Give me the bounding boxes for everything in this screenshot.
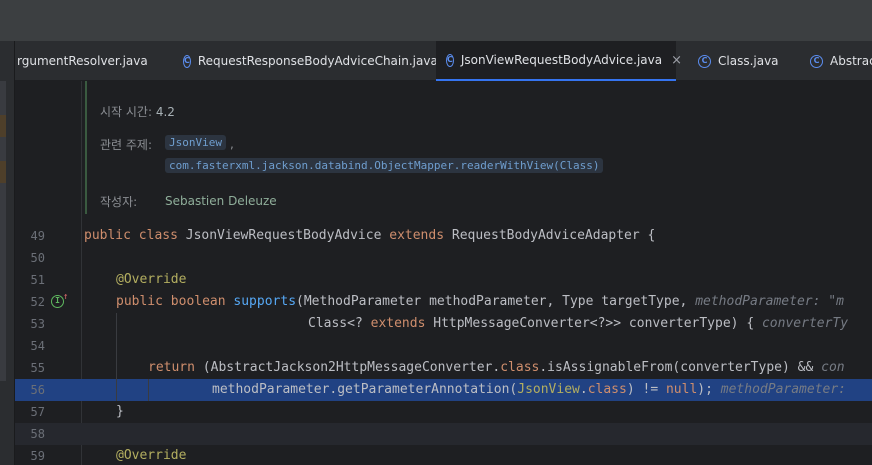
line-number[interactable]: 59: [15, 445, 45, 465]
see-separator: ,: [230, 137, 234, 151]
code-token: @Override: [116, 272, 187, 287]
code-line[interactable]: 52 I ↑ public boolean supports(MethodParame…: [15, 291, 872, 313]
author-label: 작성자:: [100, 195, 138, 209]
code-token: methodParameter.getParameterAnnotation(: [212, 382, 518, 397]
see-link-objectmapper[interactable]: com.fasterxml.jackson.databind.ObjectMap…: [165, 158, 604, 173]
left-tool-strip[interactable]: [0, 41, 15, 465]
author-value: Sebastien Deleuze: [165, 194, 277, 208]
class-icon: C: [698, 54, 711, 68]
code-token: }: [116, 404, 124, 419]
code-text: @Override: [116, 269, 186, 291]
code-token: HttpMessageConverter<?>> converterType) …: [433, 316, 762, 331]
inlay-hint: methodParameter:: [720, 382, 847, 397]
code-line[interactable]: 50: [15, 247, 872, 269]
since-label: 시작 시간:: [100, 105, 153, 119]
line-number[interactable]: 55: [15, 357, 45, 379]
line-number[interactable]: 50: [15, 247, 45, 269]
editor-tab-bar: rgumentResolver.java C RequestResponseBody…: [15, 41, 872, 81]
line-number[interactable]: 56: [15, 379, 45, 401]
code-token: Class<?: [308, 316, 371, 331]
code-token: null: [665, 382, 698, 397]
rendered-javadoc: 시작 시간: 4.2 관련 주제: JsonView , com.fasterx…: [85, 81, 872, 214]
code-line[interactable]: 49 public class JsonViewRequestBodyAdvice…: [15, 225, 872, 247]
title-bar: [0, 0, 872, 41]
code-line[interactable]: 53 Class<? extends HttpMessageConverter<?…: [15, 313, 872, 335]
indent-guide: [116, 379, 117, 401]
code-text: public class JsonViewRequestBodyAdvice e…: [84, 225, 655, 247]
code-line[interactable]: 57}: [15, 401, 872, 423]
class-icon: C: [183, 54, 191, 68]
line-number[interactable]: 54: [15, 335, 45, 357]
tab-0[interactable]: rgumentResolver.java: [15, 41, 160, 81]
indent-guide: [148, 379, 149, 401]
code-token: public class: [84, 228, 186, 243]
line-number[interactable]: 51: [15, 269, 45, 291]
see-link-jsonview[interactable]: JsonView: [165, 135, 226, 150]
inlay-hint: converterTy: [761, 316, 849, 331]
inlay-hint: con: [821, 360, 845, 375]
code-line[interactable]: 59 @Override: [15, 445, 872, 465]
code-text: return (AbstractJackson2HttpMessageConve…: [148, 357, 845, 379]
line-number[interactable]: 57: [15, 401, 45, 423]
indent-guide: [116, 357, 117, 379]
tab-label: RequestResponseBodyAdviceChain.java: [197, 54, 438, 68]
inlay-hint: methodParameter: "m: [695, 294, 844, 309]
code-token: (MethodParameter methodParameter, Type t…: [296, 294, 696, 309]
indent-guide: [116, 313, 117, 335]
code-token: public boolean: [116, 294, 234, 309]
class-icon: C: [446, 53, 454, 67]
line-number[interactable]: 53: [15, 313, 45, 335]
code-text: Class<? extends HttpMessageConverter<?>>…: [308, 313, 848, 335]
code-line[interactable]: 58: [15, 423, 872, 445]
code-token: return: [148, 360, 203, 375]
code-text: public boolean supports(MethodParameter …: [116, 291, 844, 313]
code-editor[interactable]: 시작 시간: 4.2 관련 주제: JsonView , com.fasterx…: [15, 81, 872, 465]
code-token: supports: [233, 294, 297, 309]
code-line[interactable]: 56 methodParameter.getParameterAnnotation…: [15, 379, 872, 401]
code-line[interactable]: 51 @Override: [15, 269, 872, 291]
line-number[interactable]: 49: [15, 225, 45, 247]
code-token: class: [587, 382, 627, 397]
tab-label: rgumentResolver.java: [17, 54, 148, 68]
code-token: );: [697, 382, 721, 397]
tab-2[interactable]: C JsonViewRequestBodyAdvice.java ×: [436, 41, 682, 81]
tab-1[interactable]: C RequestResponseBodyAdviceChain.java: [173, 41, 438, 81]
code-token: JsonViewRequestBodyAdvice: [185, 228, 390, 243]
code-text: @Override: [116, 445, 186, 465]
tab-4[interactable]: C AbstractJ: [800, 41, 872, 81]
indent-guide: [116, 335, 117, 357]
see-label: 관련 주제:: [100, 138, 153, 152]
code-token: RequestBodyAdviceAdapter {: [451, 228, 656, 243]
since-value: 4.2: [155, 105, 175, 119]
code-token: @Override: [116, 448, 187, 463]
code-token: JsonView: [517, 382, 580, 397]
tab-label: Class.java: [718, 54, 779, 68]
code-token: extends: [370, 316, 434, 331]
tab-3[interactable]: C Class.java: [688, 41, 788, 81]
code-text: methodParameter.getParameterAnnotation(J…: [212, 379, 846, 401]
code-token: ) !=: [626, 382, 666, 397]
tab-label: JsonViewRequestBodyAdvice.java: [460, 53, 663, 67]
code-token: extends: [389, 228, 452, 243]
code-line[interactable]: 54: [15, 335, 872, 357]
code-token: class: [500, 360, 540, 375]
code-token: (AbstractJackson2HttpMessageConverter.: [202, 360, 501, 375]
line-number[interactable]: 52: [15, 291, 45, 313]
since-row: 시작 시간: 4.2: [100, 103, 175, 120]
override-arrow-icon[interactable]: ↑: [63, 292, 68, 302]
close-tab-icon[interactable]: ×: [671, 53, 682, 68]
change-marker: [0, 115, 6, 137]
change-marker: [0, 161, 6, 183]
code-token: .isAssignableFrom(converterType) &&: [539, 360, 822, 375]
tab-label: AbstractJ: [830, 54, 872, 68]
code-line[interactable]: 55 return (AbstractJackson2HttpMessageCon…: [15, 357, 872, 379]
line-number[interactable]: 58: [15, 423, 45, 445]
class-icon: C: [810, 54, 823, 68]
code-token: .: [579, 382, 588, 397]
code-text: }: [116, 401, 124, 423]
